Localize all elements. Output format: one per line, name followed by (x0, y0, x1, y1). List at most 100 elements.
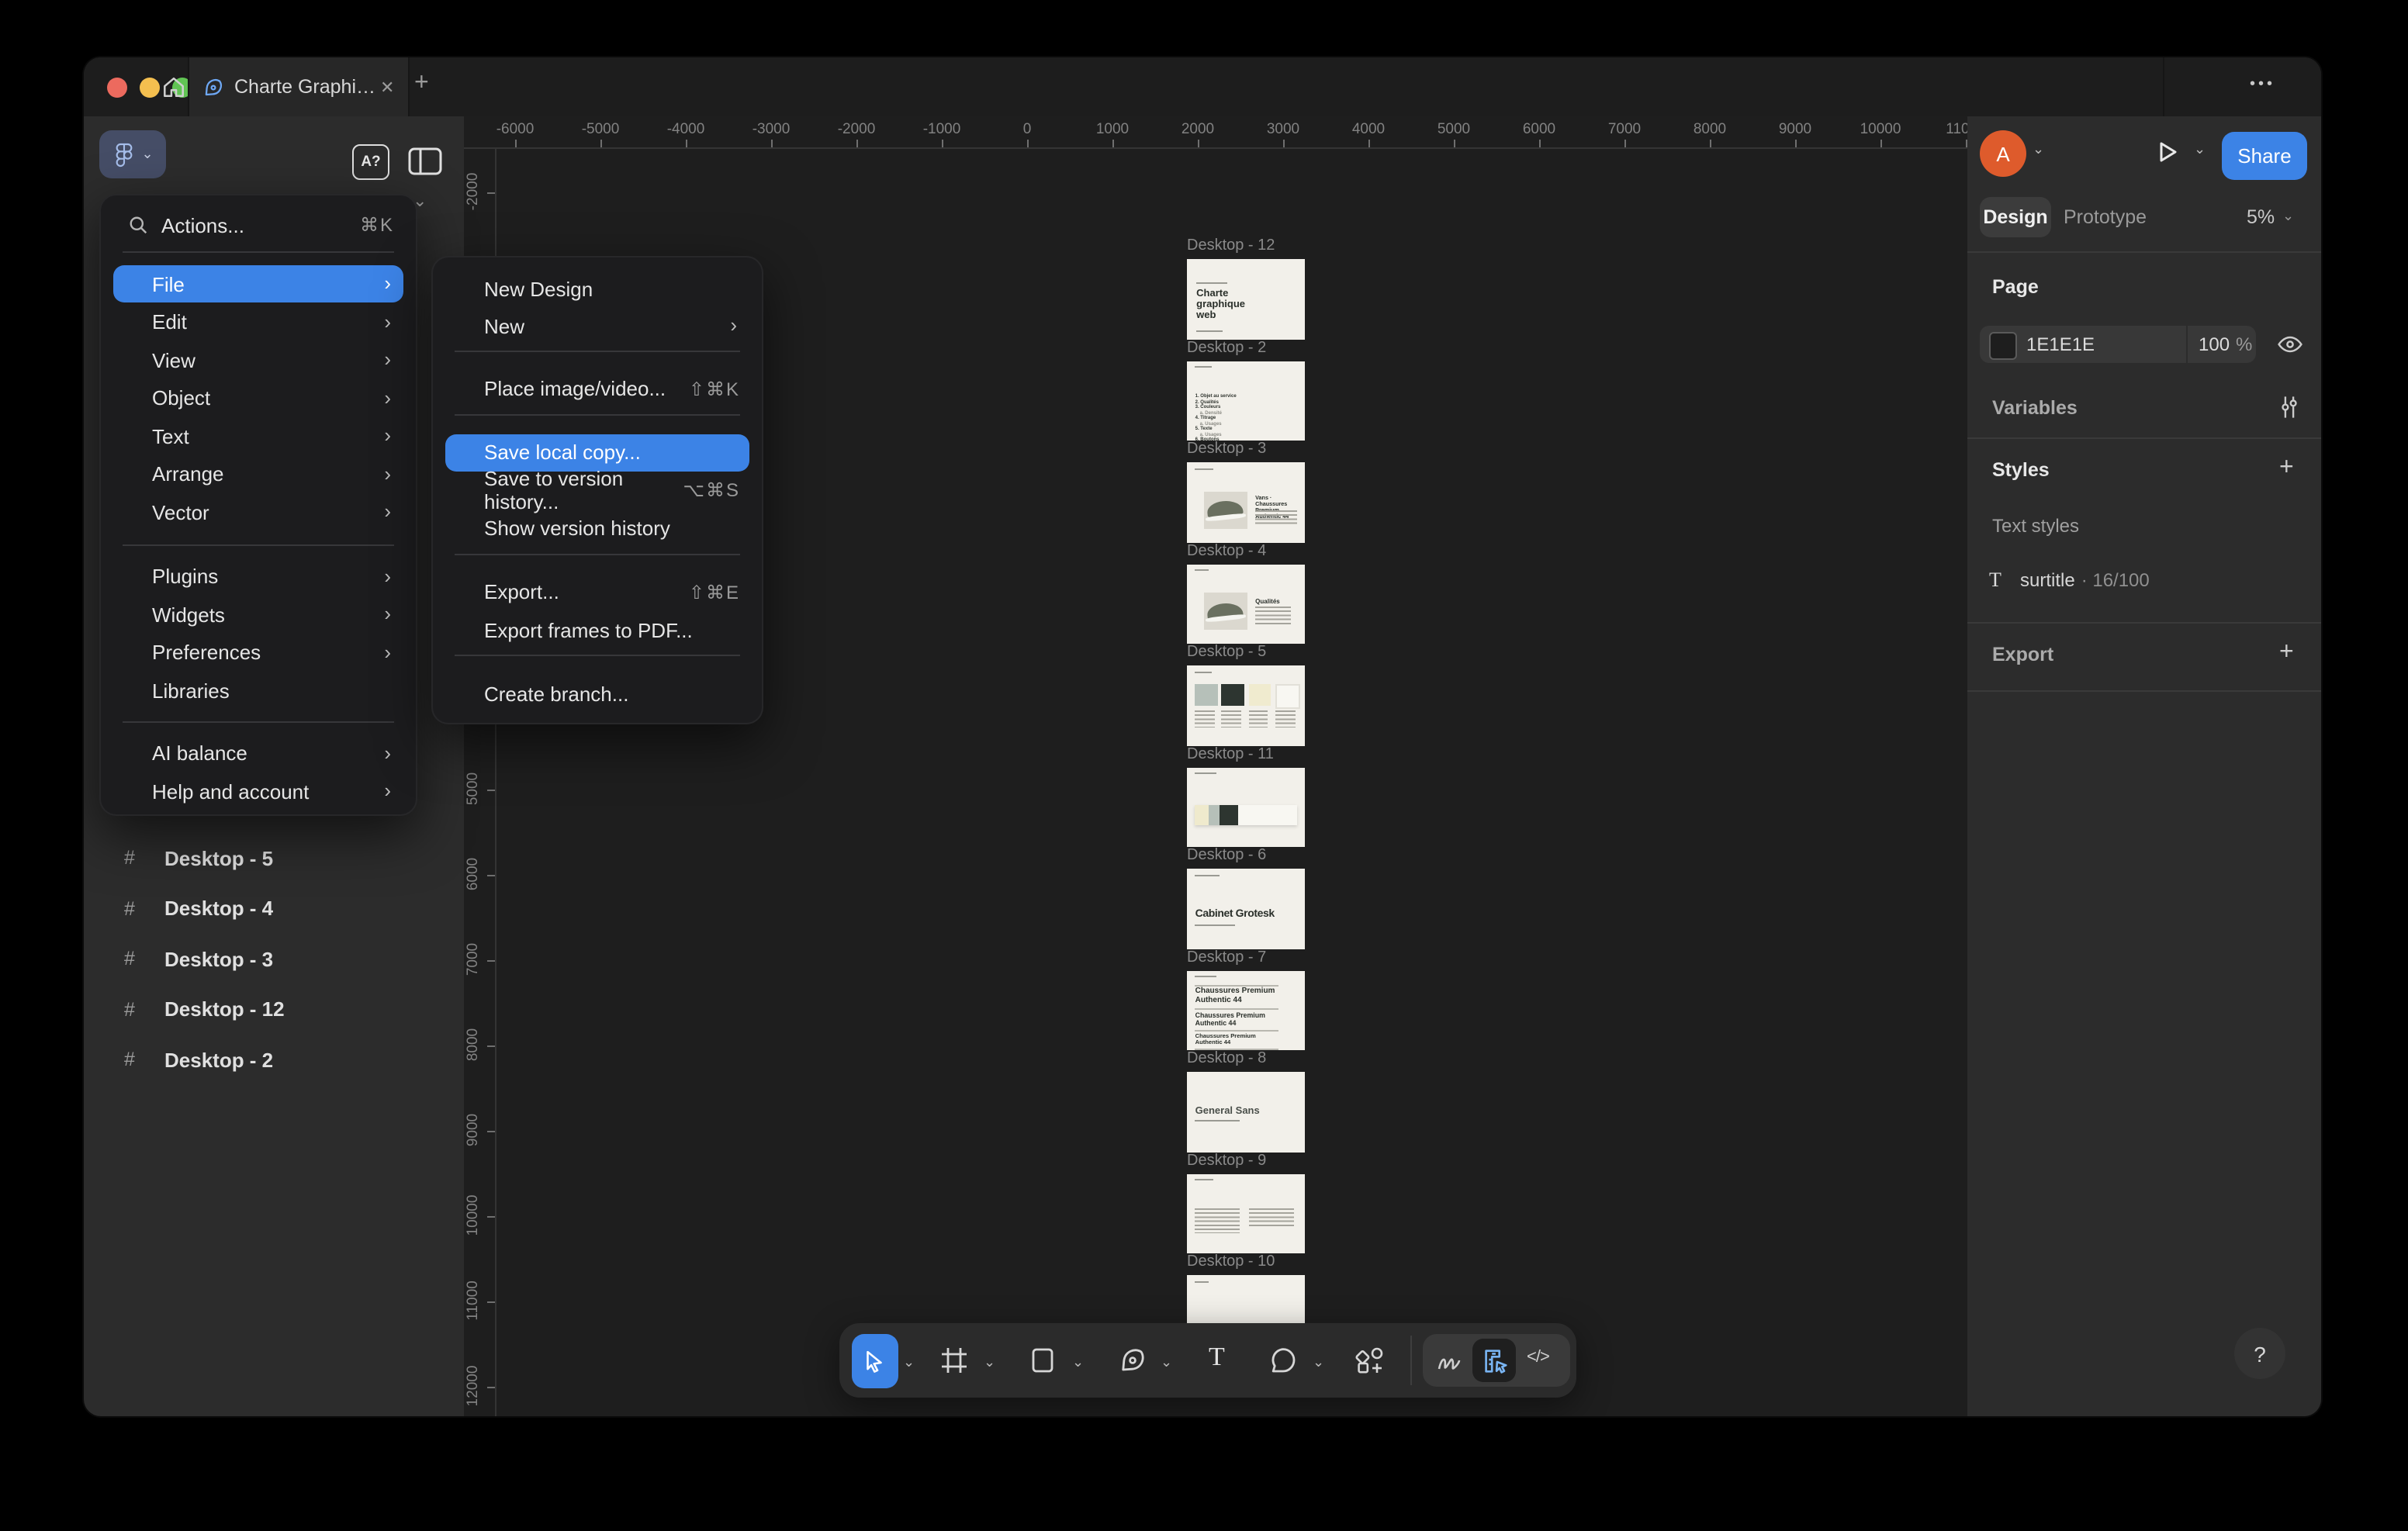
ruler-label: 8000 (465, 1011, 482, 1077)
shape-tool-chevron-icon[interactable]: ⌄ (1072, 1354, 1084, 1371)
frame-label[interactable]: Desktop - 12 (1187, 237, 1275, 254)
text-placeholder (1195, 874, 1219, 876)
frame-label[interactable]: Desktop - 8 (1187, 1050, 1266, 1067)
main-menu: Actions... ⌘K File› Edit› View› Object› … (99, 194, 417, 816)
close-window-button[interactable] (106, 77, 126, 97)
file-tab[interactable]: Charte Graphique 25-26 | Vans ✕ (189, 57, 408, 116)
submenu-item-export-frames-to-pdf[interactable]: Export frames to PDF... (445, 611, 749, 648)
add-style-icon[interactable]: + (2279, 454, 2294, 482)
submenu-item-save-to-version-history[interactable]: Save to version history...⌥⌘S (445, 472, 749, 509)
submenu-item-export[interactable]: Export...⇧⌘E (445, 573, 749, 610)
frame-thumbnail-desktop-6[interactable]: Cabinet Grotesk (1187, 869, 1305, 949)
frame-thumbnail-desktop-11[interactable] (1187, 767, 1305, 847)
frame-label[interactable]: Desktop - 6 (1187, 847, 1266, 864)
frame-label[interactable]: Desktop - 10 (1187, 1253, 1275, 1270)
frame-thumbnail-desktop-12[interactable]: Charte graphique web (1187, 259, 1305, 339)
actions-apps-icon[interactable] (1354, 1345, 1386, 1376)
main-menu-button[interactable]: ⌄ (99, 130, 166, 178)
zoom-level[interactable]: 5% (2247, 206, 2275, 228)
text-tool-icon[interactable]: T (1209, 1342, 1225, 1373)
submenu-item-place-image-video[interactable]: Place image/video...⇧⌘K (445, 370, 749, 407)
inspect-mode-button[interactable] (1472, 1339, 1516, 1382)
page-color-hex[interactable]: 1E1E1E (2026, 334, 2095, 355)
layer-row-desktop-3[interactable]: # Desktop - 3 (102, 938, 444, 979)
frame-label[interactable]: Desktop - 2 (1187, 339, 1266, 356)
page-color-swatch[interactable] (1989, 332, 2017, 360)
missing-fonts-icon[interactable]: A? (352, 144, 389, 180)
screen: Charte Graphique 25-26 | Vans ✕ + ••• ⌄ … (0, 0, 2408, 1531)
menu-item-help-and-account[interactable]: Help and account› (113, 772, 403, 810)
layer-row-desktop-5[interactable]: # Desktop - 5 (102, 838, 444, 878)
frame-label[interactable]: Desktop - 7 (1187, 949, 1266, 966)
menu-item-plugins[interactable]: Plugins› (113, 558, 403, 595)
frame-tool-chevron-icon[interactable]: ⌄ (984, 1354, 995, 1371)
menu-item-preferences[interactable]: Preferences› (113, 634, 403, 671)
present-chevron-icon[interactable]: ⌄ (2194, 141, 2206, 158)
visibility-eye-icon[interactable] (2276, 330, 2304, 358)
comment-tool-chevron-icon[interactable]: ⌄ (1313, 1354, 1324, 1371)
toggle-sidebar-icon[interactable] (407, 144, 444, 178)
menu-item-vector[interactable]: Vector› (113, 493, 403, 530)
frame-thumbnail-desktop-9[interactable] (1187, 1173, 1305, 1253)
menu-item-arrange[interactable]: Arrange› (113, 455, 403, 492)
tab-design[interactable]: Design (1980, 197, 2051, 237)
comment-tool-icon[interactable] (1268, 1345, 1299, 1376)
page-color-opacity[interactable]: 100 (2199, 334, 2230, 355)
frame-label[interactable]: Desktop - 11 (1187, 745, 1274, 762)
submenu-item-new-design[interactable]: New Design (445, 270, 749, 307)
draw-mode-icon[interactable] (1434, 1345, 1465, 1376)
rectangle-tool-icon[interactable] (1027, 1345, 1058, 1376)
frame-thumbnail-desktop-3[interactable]: Vans · Chaussures Premium Authentic 44 (1187, 462, 1305, 542)
frame-label[interactable]: Desktop - 4 (1187, 542, 1266, 559)
tab-prototype[interactable]: Prototype (2064, 206, 2147, 228)
window-more-button[interactable]: ••• (2250, 76, 2275, 93)
pen-tool-chevron-icon[interactable]: ⌄ (1161, 1354, 1172, 1371)
close-tab-icon[interactable]: ✕ (380, 77, 394, 97)
minimize-window-button[interactable] (139, 77, 159, 97)
text-style-row[interactable]: T surtitle · 16/100 (1983, 565, 2309, 596)
menu-item-view[interactable]: View› (113, 341, 403, 378)
code-mode-icon[interactable]: </> (1527, 1348, 1549, 1367)
frame-tool-icon[interactable] (939, 1345, 970, 1376)
pen-tool-icon[interactable] (1116, 1345, 1147, 1376)
frame-thumbnail-desktop-8[interactable]: General Sans (1187, 1072, 1305, 1152)
frame-label[interactable]: Desktop - 5 (1187, 644, 1266, 661)
help-button[interactable]: ? (2234, 1328, 2285, 1379)
menu-item-object[interactable]: Object› (113, 379, 403, 416)
submenu-item-create-branch[interactable]: Create branch... (445, 676, 749, 713)
layer-row-desktop-2[interactable]: # Desktop - 2 (102, 1039, 444, 1080)
menu-item-widgets[interactable]: Widgets› (113, 596, 403, 633)
home-icon[interactable] (160, 73, 188, 101)
frame-label[interactable]: Desktop - 3 (1187, 441, 1266, 458)
frame-thumbnail-desktop-4[interactable]: Qualités (1187, 564, 1305, 644)
move-tool-chevron-icon[interactable]: ⌄ (903, 1354, 915, 1371)
submenu-item-new[interactable]: New› (445, 307, 749, 344)
account-chevron-icon[interactable]: ⌄ (2033, 141, 2044, 158)
frame-thumbnail-desktop-5[interactable] (1187, 665, 1305, 745)
variables-adjust-icon[interactable] (2276, 394, 2302, 420)
add-export-icon[interactable]: + (2279, 639, 2294, 667)
menu-search-row[interactable]: Actions... ⌘K (113, 205, 403, 245)
submenu-item-show-version-history[interactable]: Show version history (445, 510, 749, 547)
ruler-label: 5000 (1438, 121, 1470, 138)
layer-row-desktop-12[interactable]: # Desktop - 12 (102, 989, 444, 1029)
present-play-icon[interactable] (2152, 137, 2183, 168)
frame-thumbnail-desktop-2[interactable]: 1. Objet au service 2. Qualités 3. Coule… (1187, 361, 1305, 441)
move-tool-button[interactable] (851, 1333, 898, 1388)
chevron-down-icon: ⌄ (141, 146, 153, 163)
menu-item-text[interactable]: Text› (113, 417, 403, 454)
menu-item-ai-balance[interactable]: AI balance› (113, 734, 403, 772)
zoom-chevron-icon[interactable]: ⌄ (2282, 208, 2294, 225)
frame-label[interactable]: Desktop - 9 (1187, 1152, 1266, 1169)
menu-item-libraries[interactable]: Libraries (113, 672, 403, 709)
variables-section-title: Variables (1992, 397, 2078, 419)
page-color-row[interactable]: 1E1E1E 100 % (1980, 326, 2256, 363)
menu-item-edit[interactable]: Edit› (113, 303, 403, 340)
frame-thumbnail-desktop-7[interactable]: Chaussures Premium Authentic 44 Chaussur… (1187, 970, 1305, 1050)
menu-item-file[interactable]: File› (113, 265, 403, 302)
avatar[interactable]: A (1980, 130, 2026, 177)
layer-row-desktop-4[interactable]: # Desktop - 4 (102, 888, 444, 928)
new-tab-button[interactable]: + (414, 70, 429, 98)
submenu-item-save-local-copy[interactable]: Save local copy... (445, 434, 749, 471)
share-button[interactable]: Share (2222, 132, 2307, 180)
